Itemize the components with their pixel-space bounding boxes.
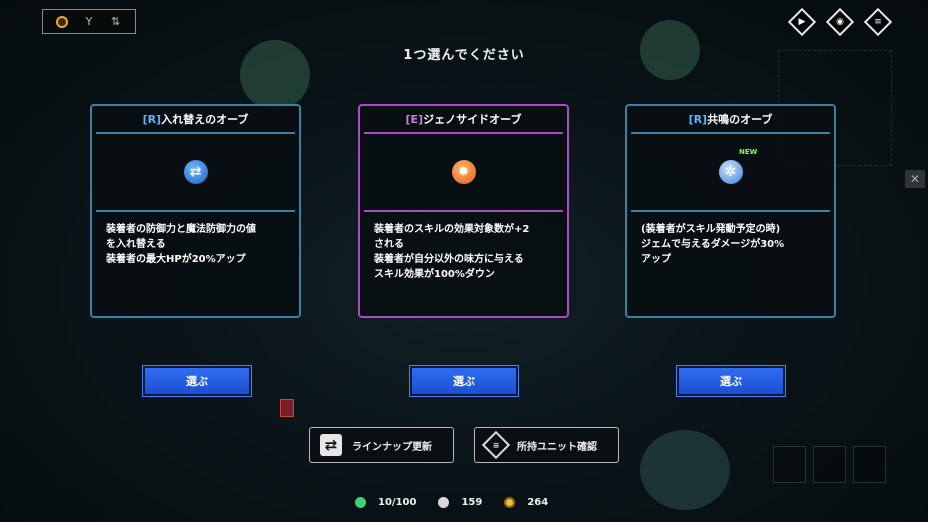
selection-prompt: 1つ選んでください [403,48,525,63]
orb-card-3[interactable]: [R] 共鳴のオーブ ✲ NEW (装着者がスキル発動予定の時) ジェムで与えるダ… [625,104,836,318]
card-icon-area: ✹ [364,134,563,212]
card-description: 装着者の防御力と魔法防御力の値 を入れ替える 装着者の最大HPが20%アップ [106,224,256,265]
card-icon-area: ✲ NEW [631,134,830,212]
unit-slot[interactable] [813,446,846,483]
owned-units-button[interactable]: ≡ 所持ユニット確認 [474,427,619,463]
rarity-label: [R] [142,112,162,126]
refresh-lineup-label: ラインナップ更新 [352,441,432,453]
unit-count-value: 10/100 [378,497,417,508]
background-decoration [640,430,730,510]
unit-marker-icon [280,399,294,417]
resource-bar: 10/100 159 264 [355,497,570,508]
card-title: [E] ジェノサイドオーブ [364,106,563,134]
card-title: [R] 共鳴のオーブ [631,106,830,134]
card-icon-area: ⇄ [96,134,295,212]
list-icon: ≡ [485,434,507,456]
unit-slot[interactable] [853,446,886,483]
card-description: 装着者のスキルの効果対象数が+2 される 装着者が自分以外の味方に与える スキル… [374,224,530,280]
orb-name: 共鳴のオーブ [707,113,773,126]
refresh-lineup-button[interactable]: ⇄ ラインナップ更新 [309,427,454,463]
gold-stat: 264 [504,497,548,508]
gold-value: 264 [527,497,549,508]
card-description: (装着者がスキル発動予定の時) ジェムで与えるダメージが30% アップ [641,224,785,265]
gold-coin-icon [504,497,516,508]
refresh-icon: ⇄ [320,434,342,456]
unit-count-stat: 10/100 [355,497,416,508]
choose-button-2[interactable]: 選ぶ [409,365,519,397]
genocide-orb-icon: ✹ [451,160,476,184]
choose-button-3[interactable]: 選ぶ [676,365,786,397]
menu-button[interactable]: ≡ [866,10,890,34]
orb-card-2[interactable]: [E] ジェノサイドオーブ ✹ 装着者のスキルの効果対象数が+2 される 装着者が… [358,104,569,318]
goblet-tab-icon[interactable]: Y [82,15,96,29]
secondary-resource-icon [438,497,450,508]
top-right-controls: ▶ ◉ ≡ [790,10,890,34]
sort-tab-icon[interactable]: ⇅ [109,15,123,29]
choose-button-1[interactable]: 選ぶ [142,365,252,397]
orb-name: ジェノサイドオーブ [423,113,522,126]
map-pin-icon: ◉ [836,16,844,27]
play-icon: ▶ [798,16,806,27]
card-title: [R] 入れ替えのオーブ [96,106,295,134]
map-pin-button[interactable]: ◉ [828,10,852,34]
close-side-panel-icon[interactable]: ✕ [905,170,925,188]
play-button[interactable]: ▶ [790,10,814,34]
secondary-value: 159 [461,497,483,508]
resonance-orb-icon: ✲ [718,160,743,184]
rarity-label: [E] [405,112,424,126]
orb-name: 入れ替えのオーブ [161,113,249,126]
owned-units-label: 所持ユニット確認 [517,441,597,453]
rarity-label: [R] [688,112,708,126]
unit-count-icon [355,497,366,508]
swap-orb-icon: ⇄ [183,160,208,184]
unit-slot[interactable] [773,446,806,483]
orb-tab-icon[interactable] [55,15,69,29]
menu-icon: ≡ [874,16,882,27]
new-badge: NEW [739,148,758,156]
top-tab-bar: Y ⇅ [42,9,136,34]
orb-card-1[interactable]: [R] 入れ替えのオーブ ⇄ 装着者の防御力と魔法防御力の値 を入れ替える 装着者… [90,104,301,318]
secondary-stat: 159 [438,497,482,508]
